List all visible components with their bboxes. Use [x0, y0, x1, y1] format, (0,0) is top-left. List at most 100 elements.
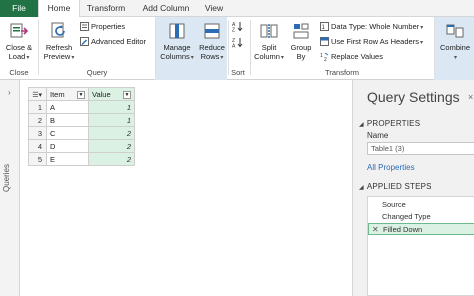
- table-row[interactable]: 5 E 2: [28, 152, 135, 166]
- ribbon-tab-bar: File Home Transform Add Column View: [0, 0, 474, 18]
- chevron-down-icon: ▾: [71, 55, 75, 61]
- table-menu-icon: ☰▾: [32, 91, 42, 99]
- row-number: 2: [28, 113, 47, 127]
- table-menu-button[interactable]: ☰▾: [28, 87, 47, 101]
- data-type-icon: 1: [320, 22, 329, 31]
- column-header-label: Value: [92, 89, 111, 99]
- refresh-label-2: Preview: [43, 52, 71, 61]
- column-filter-icon[interactable]: ▼: [77, 90, 85, 99]
- cell-value[interactable]: 1: [88, 113, 135, 127]
- data-type-label: Data Type: Whole Number: [331, 22, 420, 31]
- advanced-editor-label: Advanced Editor: [91, 37, 147, 46]
- chevron-down-icon: ▾: [280, 55, 284, 61]
- query-group-label: Query: [86, 68, 108, 77]
- queries-pane-label[interactable]: Queries: [2, 164, 11, 192]
- data-grid: ☰▾ Item ▼ Value ▼ 1 A 1 2 B 1 3 C 2 4 D …: [28, 87, 135, 166]
- chevron-down-icon: ▾: [453, 55, 457, 61]
- ribbon-separator: [434, 20, 435, 75]
- sort-ascending-button[interactable]: AZ: [232, 21, 245, 34]
- manage-columns-label-1: Manage: [163, 43, 191, 52]
- replace-values-button[interactable]: 12 Replace Values: [320, 51, 383, 63]
- applied-step-label: Source: [382, 200, 406, 209]
- manage-columns-label-2: Columns: [160, 52, 190, 61]
- properties-button[interactable]: Properties: [80, 21, 125, 32]
- properties-label: Properties: [91, 22, 126, 31]
- manage-columns-icon: [167, 21, 187, 41]
- refresh-preview-button[interactable]: Refresh Preview▾: [41, 21, 77, 63]
- applied-step[interactable]: Changed Type: [368, 211, 474, 223]
- applied-steps-list: Source Changed Type ✕ Filled Down: [367, 196, 474, 296]
- table-row[interactable]: 1 A 1: [28, 100, 135, 114]
- ribbon-separator: [155, 20, 156, 75]
- cell-value[interactable]: 2: [88, 152, 135, 166]
- use-first-row-headers-button[interactable]: Use First Row As Headers▾: [320, 36, 423, 47]
- reduce-rows-button[interactable]: Reduce Rows▾: [198, 21, 226, 63]
- tab-add-column[interactable]: Add Column: [135, 0, 197, 17]
- cell-item[interactable]: A: [46, 100, 89, 114]
- name-label: Name: [367, 131, 389, 140]
- close-group-label: Close: [9, 68, 29, 77]
- column-filter-icon[interactable]: ▼: [123, 90, 131, 99]
- query-settings-title: Query Settings: [367, 89, 460, 105]
- properties-header-label: PROPERTIES: [366, 119, 421, 128]
- query-settings-pane: Query Settings × ◢PROPERTIES Name All Pr…: [352, 80, 474, 296]
- group-by-label-2: By: [296, 52, 306, 61]
- data-type-dropdown[interactable]: 1 Data Type: Whole Number▾: [320, 21, 423, 32]
- svg-text:1: 1: [320, 53, 323, 59]
- table-row[interactable]: 3 C 2: [28, 126, 135, 140]
- applied-steps-header-label: APPLIED STEPS: [366, 182, 432, 191]
- group-by-button[interactable]: Group By: [288, 21, 314, 61]
- chevron-right-icon[interactable]: ›: [8, 88, 11, 97]
- applied-step-label: Changed Type: [382, 212, 431, 221]
- tab-view[interactable]: View: [199, 0, 229, 17]
- split-column-button[interactable]: Split Column▾: [254, 21, 284, 63]
- close-icon[interactable]: ×: [468, 92, 473, 102]
- sort-descending-button[interactable]: ZA: [232, 37, 245, 50]
- cell-item[interactable]: E: [46, 152, 89, 166]
- delete-step-icon[interactable]: ✕: [372, 224, 379, 236]
- reduce-rows-icon: [202, 21, 222, 41]
- cell-value[interactable]: 1: [88, 100, 135, 114]
- refresh-icon: [49, 21, 69, 41]
- advanced-editor-button[interactable]: Advanced Editor: [80, 36, 146, 47]
- applied-steps-section-header[interactable]: ◢ APPLIED STEPS: [359, 182, 432, 191]
- replace-values-icon: 12: [320, 52, 329, 63]
- ribbon-separator: [38, 20, 39, 75]
- replace-values-label: Replace Values: [331, 52, 383, 61]
- chevron-down-icon: ▾: [220, 55, 224, 61]
- sort-ascending-icon: AZ: [232, 21, 243, 34]
- tab-home[interactable]: Home: [38, 0, 80, 18]
- table-row[interactable]: 2 B 1: [28, 113, 135, 127]
- cell-value[interactable]: 2: [88, 139, 135, 153]
- cell-item[interactable]: D: [46, 139, 89, 153]
- split-column-label-2: Column: [254, 52, 280, 61]
- sort-group-label: Sort: [231, 68, 245, 77]
- ribbon-separator: [228, 20, 229, 75]
- manage-columns-button[interactable]: Manage Columns▾: [158, 21, 196, 63]
- properties-section-header[interactable]: ◢ PROPERTIES: [359, 119, 420, 128]
- svg-text:2: 2: [324, 57, 327, 61]
- table-row[interactable]: 4 D 2: [28, 139, 135, 153]
- query-name-field[interactable]: [367, 142, 474, 155]
- grid-header-row: ☰▾ Item ▼ Value ▼: [28, 87, 135, 101]
- close-load-button[interactable]: Close & Load▾: [3, 21, 35, 63]
- row-number: 4: [28, 139, 47, 153]
- combine-button[interactable]: Combine ▾: [437, 21, 473, 63]
- column-header-item[interactable]: Item ▼: [46, 87, 89, 101]
- queries-pane[interactable]: › Queries: [0, 80, 20, 296]
- all-properties-link[interactable]: All Properties: [367, 163, 415, 172]
- cell-item[interactable]: B: [46, 113, 89, 127]
- cell-value[interactable]: 2: [88, 126, 135, 140]
- row-number: 3: [28, 126, 47, 140]
- column-header-value[interactable]: Value ▼: [88, 87, 135, 101]
- properties-icon: [80, 22, 89, 31]
- transform-group-label: Transform: [325, 68, 359, 77]
- advanced-editor-icon: [80, 37, 89, 46]
- tab-file[interactable]: File: [0, 0, 38, 17]
- applied-step[interactable]: Source: [368, 199, 474, 211]
- svg-text:Z: Z: [232, 28, 235, 33]
- cell-item[interactable]: C: [46, 126, 89, 140]
- applied-step-selected[interactable]: ✕ Filled Down: [368, 223, 474, 235]
- group-by-label-1: Group: [290, 43, 312, 52]
- tab-transform[interactable]: Transform: [80, 0, 132, 17]
